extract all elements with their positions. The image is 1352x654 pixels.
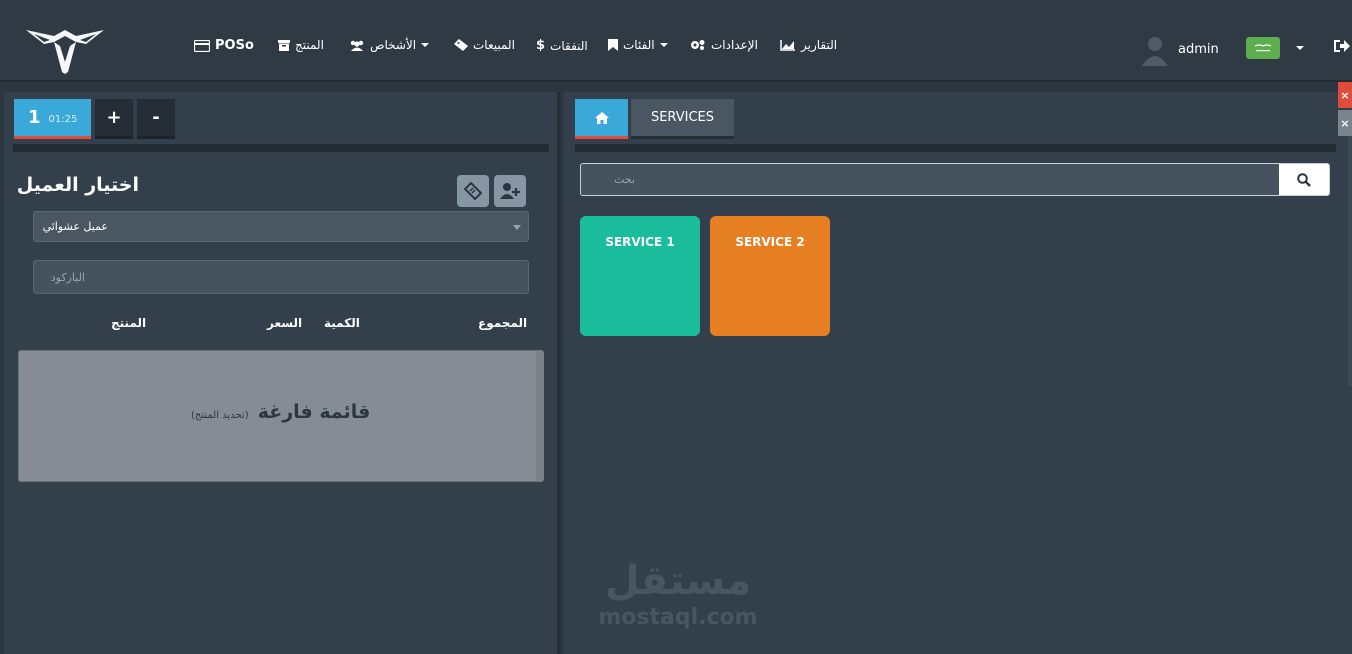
search-icon xyxy=(1297,172,1311,187)
home-tab[interactable] xyxy=(575,99,628,139)
area-chart-icon xyxy=(780,40,795,51)
box-icon xyxy=(278,39,290,51)
users-icon xyxy=(350,40,364,51)
edit-ticket-button[interactable] xyxy=(457,175,489,207)
search-placeholder: بحث xyxy=(614,173,635,186)
nav-expenses[interactable]: $ النفقات xyxy=(536,38,588,53)
chevron-down-icon xyxy=(421,43,430,47)
nav-sales-label: المبيعات xyxy=(473,38,515,52)
pos-icon xyxy=(194,39,210,52)
nav-people-label: الأشخاص xyxy=(370,38,417,52)
nav-poso[interactable]: POSo xyxy=(194,38,254,53)
nav-product[interactable]: المنتج xyxy=(278,38,324,52)
nav-poso-label: POSo xyxy=(215,38,254,53)
column-price: السعر xyxy=(267,316,303,330)
avatar[interactable] xyxy=(1141,34,1169,66)
nav-reports[interactable]: التقارير xyxy=(780,38,837,52)
nav-people[interactable]: الأشخاص xyxy=(349,38,430,52)
watermark: مستقل mostaql.com xyxy=(593,557,763,630)
remove-cart-button[interactable]: - xyxy=(137,99,175,139)
service-card-label: SERVICE 2 xyxy=(735,235,805,249)
scrollbar[interactable] xyxy=(1348,136,1352,386)
service-card-2[interactable]: SERVICE 2 xyxy=(710,216,830,336)
barcode-placeholder: الباركود xyxy=(50,271,85,284)
service-card-label: SERVICE 1 xyxy=(605,235,675,249)
user-name[interactable]: admin xyxy=(1178,42,1219,57)
dollar-icon: $ xyxy=(536,38,546,53)
nav-expenses-label: النفقات xyxy=(550,38,588,53)
column-product: المنتج xyxy=(111,316,147,330)
shrink-icon[interactable]: × xyxy=(1338,110,1352,136)
user-plus-icon xyxy=(500,183,520,199)
watermark-arabic: مستقل xyxy=(604,558,752,604)
nav-settings[interactable]: الإعدادات xyxy=(690,38,758,52)
cart-panel: 1 01:25 + - اختيار العميل عميل عشوائي ال… xyxy=(4,92,560,654)
add-cart-button[interactable]: + xyxy=(95,99,133,139)
ticket-icon xyxy=(454,39,468,51)
chevron-down-icon xyxy=(513,225,521,230)
add-customer-button[interactable] xyxy=(494,175,526,207)
services-tab[interactable]: SERVICES xyxy=(631,99,734,139)
home-icon xyxy=(594,111,609,124)
empty-cart-message: قائمة فارغة (تحديد المنتج) xyxy=(191,401,370,423)
divider xyxy=(575,144,1336,152)
empty-cart-list: قائمة فارغة (تحديد المنتج) xyxy=(18,350,544,482)
ticket-icon xyxy=(464,182,482,200)
empty-cart-title: قائمة فارغة xyxy=(257,401,371,423)
nav-sales[interactable]: المبيعات xyxy=(454,38,515,52)
customer-select-value: عميل عشوائي xyxy=(42,220,108,233)
barcode-input[interactable]: الباركود xyxy=(33,260,529,294)
cart-tab-active[interactable]: 1 01:25 xyxy=(14,99,91,139)
search-button[interactable] xyxy=(1279,164,1329,195)
flag-emblem-icon xyxy=(1254,44,1272,52)
column-total: المجموع xyxy=(478,316,528,330)
chevron-down-icon[interactable] xyxy=(1296,46,1304,50)
top-navbar: POSo المنتج الأشخاص المبيعات $ النفقات ا… xyxy=(0,0,1352,82)
gears-icon xyxy=(691,40,705,50)
service-card-1[interactable]: SERVICE 1 xyxy=(580,216,700,336)
nav-reports-label: التقارير xyxy=(801,38,838,52)
watermark-latin: mostaql.com xyxy=(598,605,758,630)
search-input[interactable]: بحث xyxy=(580,163,1330,196)
customer-select[interactable]: عميل عشوائي xyxy=(33,211,529,242)
nav-categories[interactable]: الفئات xyxy=(608,38,668,52)
cart-tab-timer: 01:25 xyxy=(48,114,78,125)
saudi-flag-icon[interactable] xyxy=(1246,37,1280,59)
empty-cart-hint: (تحديد المنتج) xyxy=(191,410,249,421)
nav-categories-label: الفئات xyxy=(623,38,655,52)
nav-settings-label: الإعدادات xyxy=(711,38,758,52)
close-icon[interactable]: × xyxy=(1338,82,1352,108)
catalog-panel: SERVICES بحث SERVICE 1 SERVICE 2 مستقل m… xyxy=(563,92,1352,654)
nav-product-label: المنتج xyxy=(295,38,324,52)
column-quantity: الكمية xyxy=(324,316,360,330)
chevron-down-icon xyxy=(659,43,668,47)
bookmark-icon xyxy=(608,39,618,51)
customer-title: اختيار العميل xyxy=(16,174,139,196)
cart-tab-number: 1 xyxy=(28,107,41,128)
divider xyxy=(13,144,549,152)
sign-out-icon[interactable] xyxy=(1333,38,1351,54)
logo-icon[interactable] xyxy=(24,26,106,74)
